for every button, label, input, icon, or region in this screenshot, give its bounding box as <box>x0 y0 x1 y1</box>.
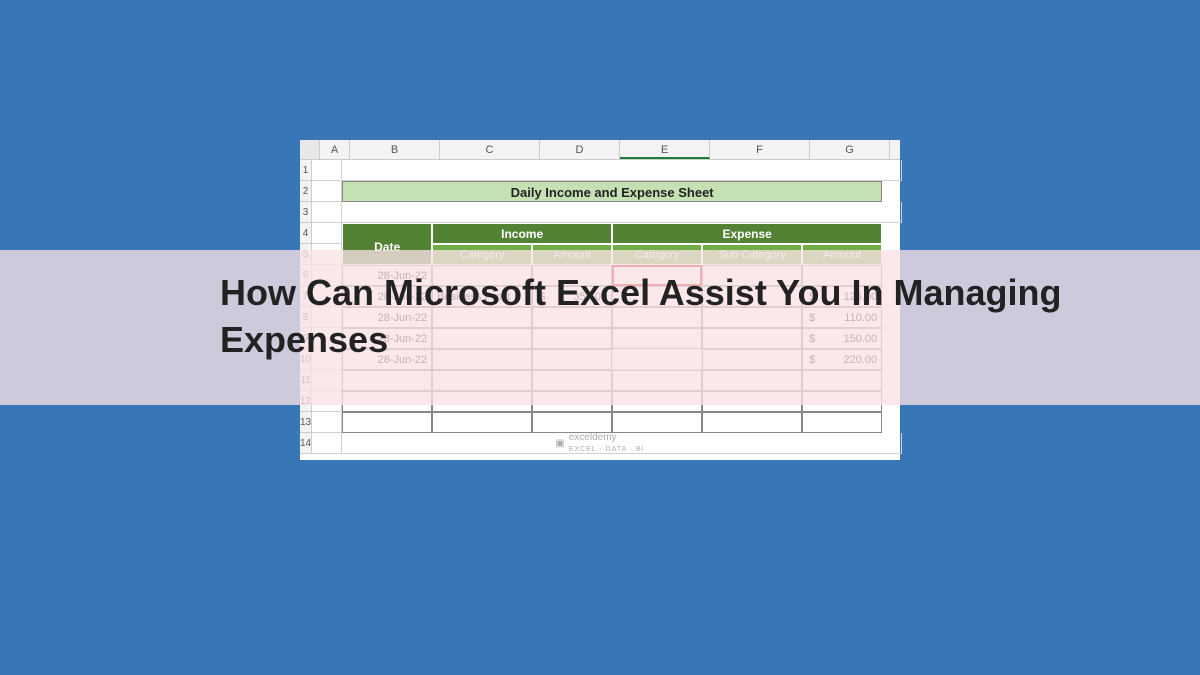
cell-A13[interactable] <box>312 412 342 433</box>
col-header-C[interactable]: C <box>440 140 540 159</box>
cell-E13[interactable] <box>612 412 702 433</box>
col-header-E[interactable]: E <box>620 140 710 159</box>
cell-A4[interactable] <box>312 223 342 244</box>
cell-D13[interactable] <box>532 412 612 433</box>
cell-A1[interactable] <box>312 160 342 181</box>
cell-A14[interactable] <box>312 433 342 454</box>
cell-B13[interactable] <box>342 412 432 433</box>
cell-G13[interactable] <box>802 412 882 433</box>
cell-A3[interactable] <box>312 202 342 223</box>
sheet-title[interactable]: Daily Income and Expense Sheet <box>342 181 882 202</box>
watermark-logo: ▣ exceldemy EXCEL · DATA · BI <box>555 432 644 454</box>
excel-icon: ▣ <box>555 438 564 449</box>
col-header-G[interactable]: G <box>810 140 890 159</box>
cell-BG1[interactable] <box>342 160 902 181</box>
overlay-title: How Can Microsoft Excel Assist You In Ma… <box>220 270 1200 364</box>
cell-A2[interactable] <box>312 181 342 202</box>
row-header-1[interactable]: 1 <box>300 160 312 181</box>
cell-BG3[interactable] <box>342 202 902 223</box>
col-header-D[interactable]: D <box>540 140 620 159</box>
row-header-2[interactable]: 2 <box>300 181 312 202</box>
watermark-sub: EXCEL · DATA · BI <box>569 446 645 453</box>
row-header-13[interactable]: 13 <box>300 412 312 433</box>
row-header-3[interactable]: 3 <box>300 202 312 223</box>
hdr-expense[interactable]: Expense <box>612 223 882 244</box>
row-header-4[interactable]: 4 <box>300 223 312 244</box>
row-header-14[interactable]: 14 <box>300 433 312 454</box>
select-all-corner[interactable] <box>300 140 320 159</box>
col-header-B[interactable]: B <box>350 140 440 159</box>
hdr-income[interactable]: Income <box>432 223 612 244</box>
cell-F13[interactable] <box>702 412 802 433</box>
col-header-A[interactable]: A <box>320 140 350 159</box>
col-header-F[interactable]: F <box>710 140 810 159</box>
col-header-row: A B C D E F G <box>300 140 900 160</box>
cell-C13[interactable] <box>432 412 532 433</box>
watermark-brand: exceldemy <box>569 432 645 443</box>
